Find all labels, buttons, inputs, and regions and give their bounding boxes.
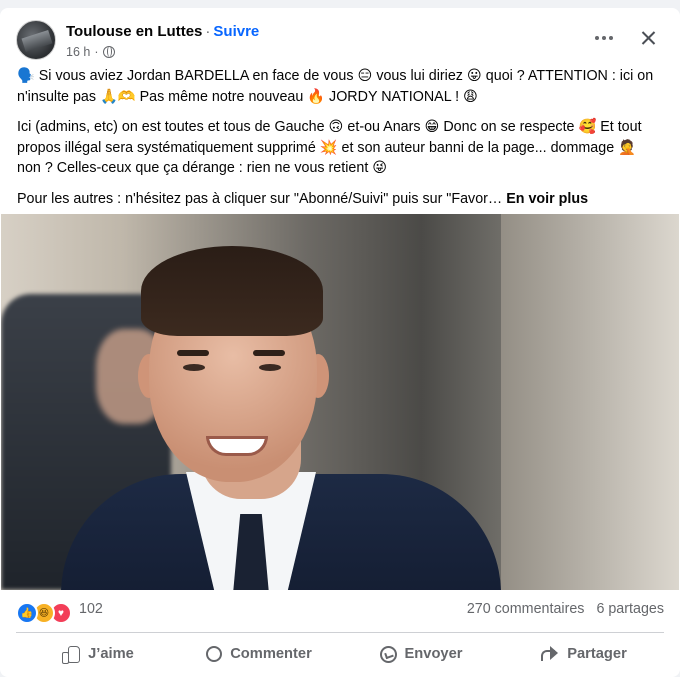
comments-count[interactable]: 270 commentaires: [467, 601, 585, 617]
avatar-image: [21, 30, 53, 52]
truncated-text: Pour les autres : n'hésitez pas à clique…: [17, 190, 503, 207]
action-bar: J’aime Commenter Envoyer Partager: [16, 636, 664, 672]
globe-icon: [102, 46, 115, 58]
photo-eye: [259, 364, 281, 371]
post-header: Toulouse en Luttes · Suivre 16 h ·: [16, 20, 664, 64]
see-more-link[interactable]: En voir plus: [506, 191, 588, 207]
like-label: J’aime: [88, 646, 134, 662]
reaction-count[interactable]: 102: [79, 601, 103, 617]
reaction-icons[interactable]: 👍 😆 ♥: [16, 602, 72, 624]
close-icon[interactable]: [632, 22, 664, 54]
more-options-button[interactable]: [588, 22, 620, 54]
like-icon: 👍: [16, 602, 38, 624]
dot-icon: [595, 36, 599, 40]
post-photo[interactable]: [1, 214, 679, 590]
photo-brow: [253, 350, 285, 356]
messenger-icon: [379, 645, 397, 663]
photo-background: [501, 214, 679, 590]
meta-dot: ·: [94, 45, 99, 59]
post-text: 🗣️ Si vous aviez Jordan BARDELLA en face…: [17, 66, 657, 219]
page-avatar[interactable]: [16, 20, 56, 60]
photo-hair: [141, 246, 323, 336]
post-paragraph: Ici (admins, etc) on est toutes et tous …: [17, 119, 642, 176]
comment-label: Commenter: [230, 646, 312, 662]
share-arrow-icon: [539, 644, 559, 664]
post-paragraph-truncated: Pour les autres : n'hésitez pas à clique…: [17, 189, 657, 210]
post-stats: 👍 😆 ♥ 102 270 commentaires 6 partages: [16, 601, 664, 624]
share-button[interactable]: Partager: [502, 636, 664, 672]
share-label: Partager: [567, 646, 627, 662]
like-button[interactable]: J’aime: [16, 636, 178, 672]
dot-icon: [609, 36, 613, 40]
post-card: Toulouse en Luttes · Suivre 16 h · 🗣️ Si v…: [0, 8, 680, 677]
follow-button[interactable]: Suivre: [213, 23, 259, 40]
dot-separator: ·: [205, 23, 211, 40]
engagement-counts: 270 commentaires 6 partages: [467, 601, 664, 617]
shares-count[interactable]: 6 partages: [596, 601, 664, 617]
send-label: Envoyer: [404, 646, 463, 662]
comment-bubble-icon: [206, 646, 223, 662]
send-button[interactable]: Envoyer: [340, 636, 502, 672]
page-name-link[interactable]: Toulouse en Luttes: [66, 23, 202, 40]
post-time[interactable]: 16 h: [66, 45, 90, 59]
comment-button[interactable]: Commenter: [178, 636, 340, 672]
thumbs-up-icon: [60, 644, 81, 664]
post-meta: 16 h ·: [66, 45, 115, 59]
photo-eye: [183, 364, 205, 371]
photo-brow: [177, 350, 209, 356]
actions-divider: [16, 632, 664, 633]
post-paragraph: 🗣️ Si vous aviez Jordan BARDELLA en face…: [17, 68, 654, 105]
author-line: Toulouse en Luttes · Suivre: [66, 23, 259, 40]
dot-icon: [602, 36, 606, 40]
